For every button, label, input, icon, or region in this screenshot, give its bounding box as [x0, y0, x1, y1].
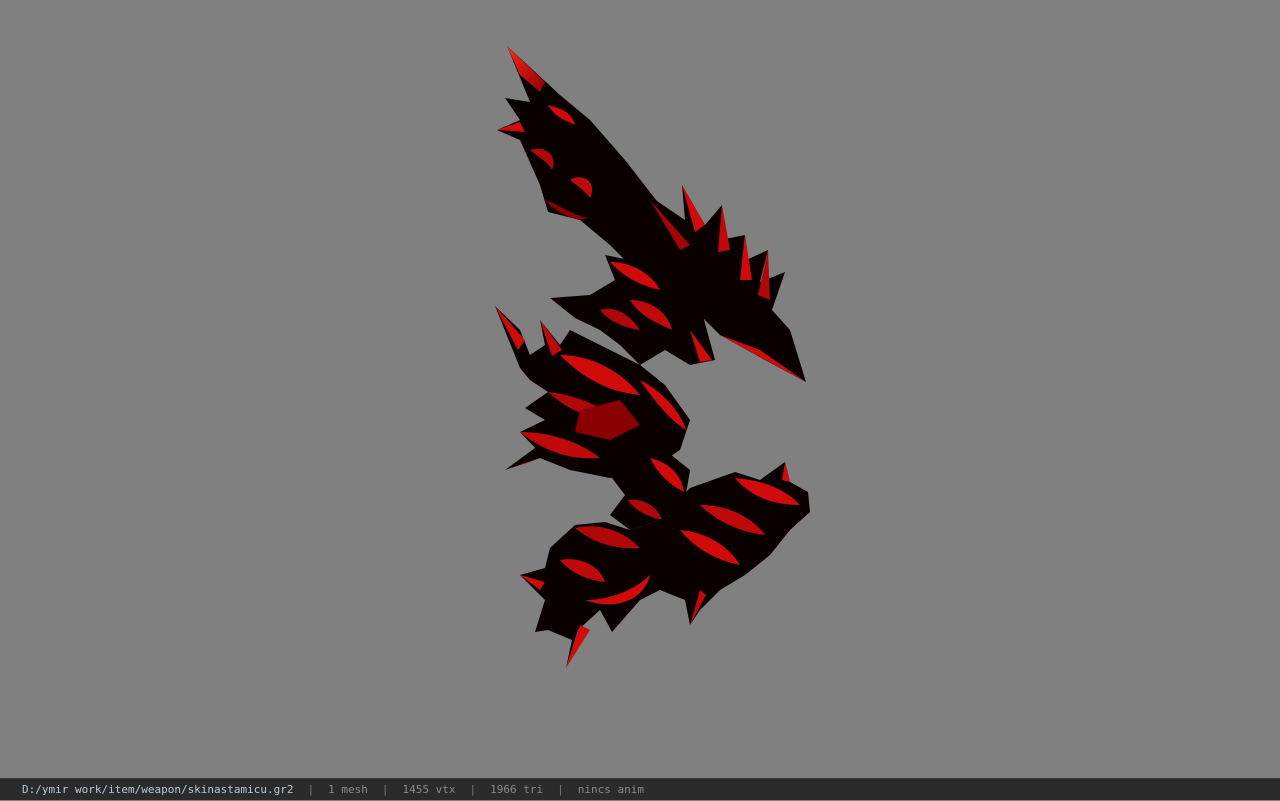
3d-viewport[interactable]: [0, 0, 1280, 778]
separator: |: [469, 783, 477, 796]
weapon-model-icon: [495, 46, 810, 668]
mesh-count: 1 mesh: [328, 783, 368, 796]
triangle-count: 1966 tri: [490, 783, 544, 796]
separator: |: [557, 783, 564, 796]
separator: |: [307, 783, 315, 796]
status-bar: D:/ymir work/item/weapon/skinastamicu.gr…: [0, 778, 1280, 800]
separator: |: [381, 783, 389, 796]
animation-status: nincs anim: [577, 783, 644, 796]
upper-blade-shape: [497, 46, 700, 300]
vertex-count: 1455 vtx: [402, 783, 456, 796]
file-path: D:/ymir work/item/weapon/skinastamicu.gr…: [22, 783, 294, 796]
